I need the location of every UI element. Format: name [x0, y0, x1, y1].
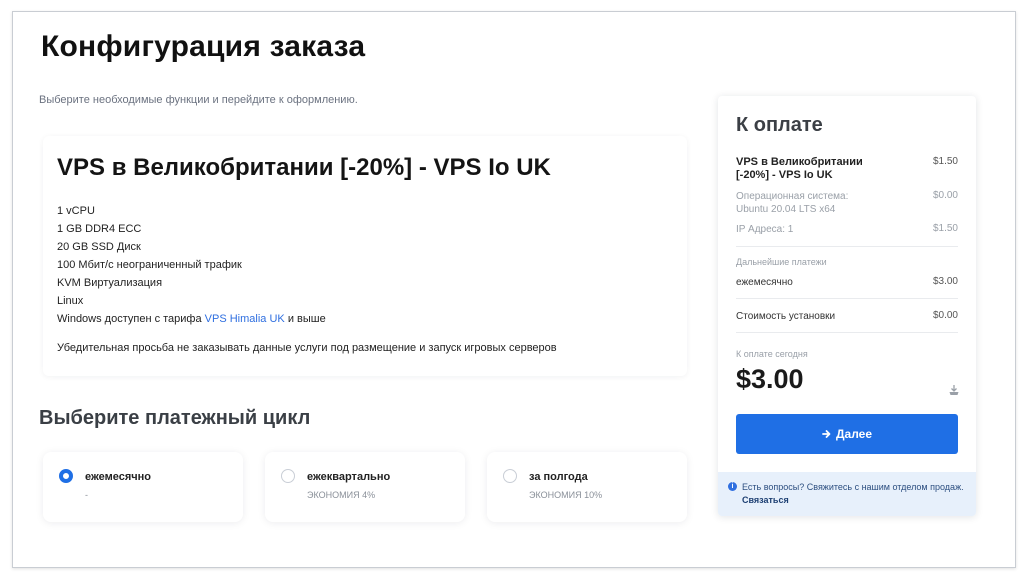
feature-item-windows: Windows доступен с тарифа VPS Himalia UK… [57, 310, 326, 328]
summary-setup-price: $0.00 [932, 310, 958, 321]
feature-item: 20 GB SSD Диск [57, 241, 141, 253]
summary-os-price: $0.00 [932, 190, 958, 201]
cart-download-icon[interactable] [948, 384, 960, 396]
summary-setup-label: Стоимость установки [736, 311, 836, 322]
summary-divider [736, 246, 958, 247]
feature-item: Linux [57, 295, 84, 307]
contact-sales-link[interactable]: Связаться [742, 495, 789, 505]
summary-product-name: VPS в Великобритании [-20%] - VPS Io UK [736, 156, 863, 181]
billing-cycle-title: Выберите платежный цикл [39, 407, 311, 429]
summary-ip-row: IP Адреса: 1 $1.50 [736, 223, 958, 236]
billing-option-monthly[interactable]: ежемесячно - [43, 452, 243, 522]
summary-product-row: VPS в Великобритании [-20%] - VPS Io UK … [736, 156, 958, 182]
arrow-right-icon [822, 430, 831, 438]
windows-prefix: Windows доступен с тарифа [57, 313, 202, 325]
billing-option-label: за полгода [529, 471, 588, 483]
radio-icon[interactable] [503, 469, 517, 483]
billing-option-label: ежемесячно [85, 471, 151, 483]
page-subtitle: Выберите необходимые функции и перейдите… [39, 94, 358, 106]
summary-monthly-row: ежемесячно $3.00 [736, 276, 958, 289]
help-text: i Есть вопросы? Свяжитесь с нашим отдело… [728, 481, 966, 507]
billing-option-label: ежеквартально [307, 471, 391, 483]
summary-monthly-label: ежемесячно [736, 277, 793, 288]
summary-ip-price: $1.50 [932, 223, 958, 234]
next-button-label: Далее [835, 427, 873, 441]
today-label: К оплате сегодня [736, 349, 808, 359]
summary-ip-label: IP Адреса: 1 [736, 224, 794, 235]
feature-item: 1 vCPU [57, 205, 95, 217]
summary-os-row: Операционная система: Ubuntu 20.04 LTS x… [736, 190, 958, 216]
summary-title: К оплате [736, 114, 823, 136]
summary-recurring-label: Дальнейшие платежи [736, 257, 827, 267]
feature-list: 1 vCPU 1 GB DDR4 ECC 20 GB SSD Диск 100 … [57, 202, 326, 328]
windows-plan-link[interactable]: VPS Himalia UK [205, 313, 285, 325]
billing-option-sub: ЭКОНОМИЯ 10% [529, 490, 603, 500]
radio-selected-icon[interactable] [59, 469, 73, 483]
billing-option-quarterly[interactable]: ежеквартально ЭКОНОМИЯ 4% [265, 452, 465, 522]
next-button[interactable]: Далее [736, 414, 958, 454]
today-amount: $3.00 [736, 364, 804, 394]
feature-item: KVM Виртуализация [57, 277, 163, 289]
summary-divider [736, 298, 958, 299]
feature-item: 1 GB DDR4 ECC [57, 223, 142, 235]
windows-suffix: и выше [287, 313, 326, 325]
summary-setup-row: Стоимость установки $0.00 [736, 310, 958, 323]
browser-frame: Конфигурация заказа Выберите необходимые… [12, 11, 1016, 568]
summary-divider [736, 332, 958, 333]
radio-icon[interactable] [281, 469, 295, 483]
product-notice: Убедительная просьба не заказывать данны… [57, 342, 557, 354]
billing-option-semiannual[interactable]: за полгода ЭКОНОМИЯ 10% [487, 452, 687, 522]
summary-recurring-heading: Дальнейшие платежи [736, 256, 958, 269]
product-card: VPS в Великобритании [-20%] - VPS Io UK … [43, 136, 687, 376]
summary-os-label: Операционная система: Ubuntu 20.04 LTS x… [736, 191, 849, 215]
product-name: VPS в Великобритании [-20%] - VPS Io UK [57, 154, 551, 181]
billing-option-sub: ЭКОНОМИЯ 4% [307, 490, 376, 500]
info-icon: i [728, 482, 737, 491]
summary-monthly-price: $3.00 [932, 276, 958, 287]
help-box: i Есть вопросы? Свяжитесь с нашим отдело… [718, 472, 976, 516]
order-summary: К оплате VPS в Великобритании [-20%] - V… [718, 96, 976, 516]
help-message: Есть вопросы? Свяжитесь с нашим отделом … [742, 482, 964, 492]
feature-item: 100 Мбит/с неограниченный трафик [57, 259, 242, 271]
billing-option-sub: - [85, 490, 88, 500]
page-title: Конфигурация заказа [41, 30, 366, 63]
summary-product-price: $1.50 [932, 156, 958, 167]
